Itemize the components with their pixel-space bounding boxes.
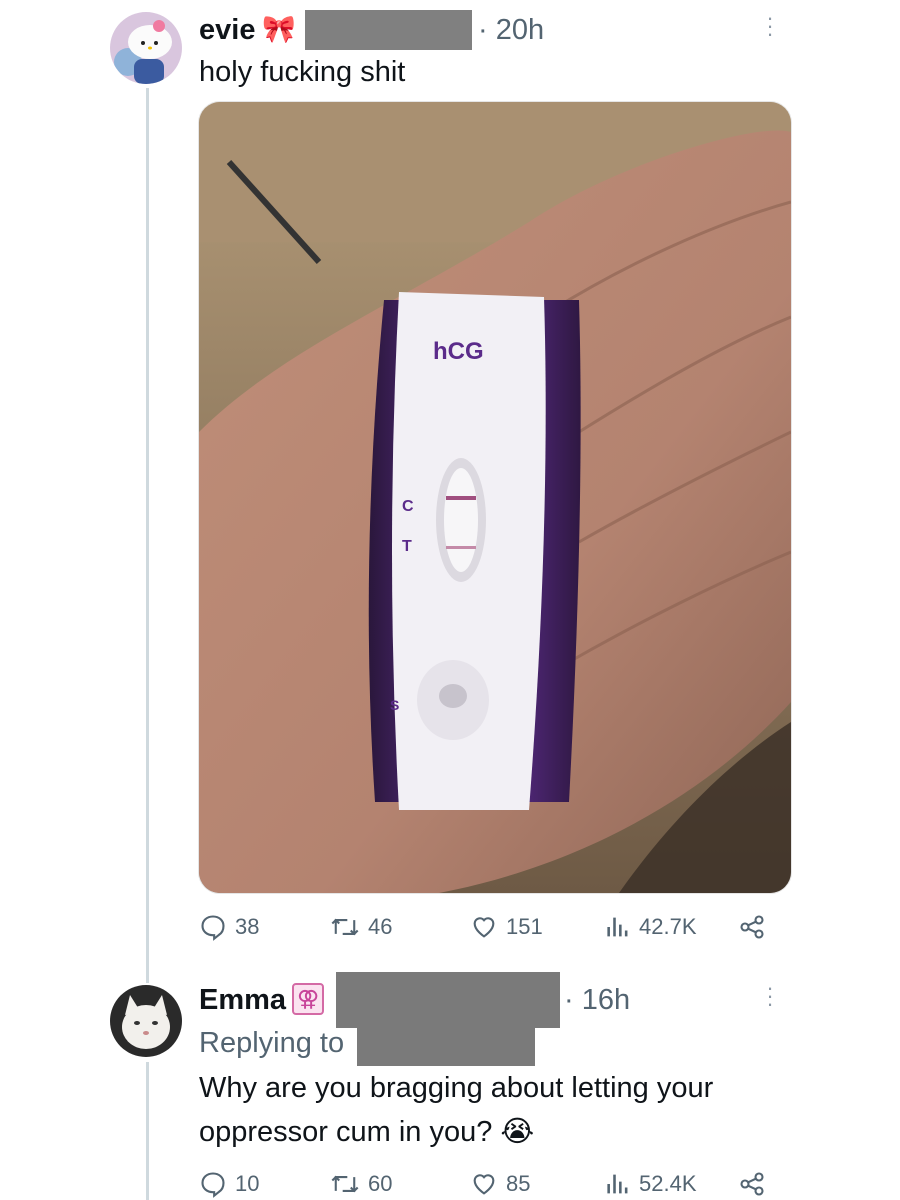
like-button[interactable]: 85 [470, 1170, 530, 1198]
reply-count: 38 [235, 914, 260, 939]
view-count: 52.4K [639, 1171, 697, 1196]
like-count: 85 [506, 1171, 531, 1196]
reply-icon [201, 1172, 225, 1198]
test-t-label: T [402, 538, 412, 555]
retweet-icon [331, 1175, 359, 1193]
thread-line-top [146, 88, 149, 983]
share-button[interactable] [738, 913, 766, 941]
bow-emoji-icon: 🎀 [262, 14, 296, 44]
share-icon [740, 915, 764, 939]
more-options-icon[interactable]: · · · [765, 7, 775, 45]
heart-icon [473, 917, 495, 938]
views-button[interactable]: 42.7K [605, 913, 697, 941]
share-icon [740, 1172, 764, 1196]
reply-text-line-2: oppressor cum in you? 😭 [199, 1116, 535, 1148]
replying-to-handle-redacted[interactable] [357, 1024, 535, 1066]
lesbian-symbol-icon: ⚢ [292, 983, 324, 1015]
more-options-icon[interactable]: · · · [765, 977, 775, 1015]
views-icon [607, 1174, 628, 1194]
views-icon [607, 917, 628, 937]
avatar[interactable] [110, 12, 182, 84]
handle-redacted [336, 972, 560, 1028]
heart-icon [473, 1174, 495, 1195]
like-count: 151 [506, 914, 543, 939]
avatar-cat-icon [110, 985, 182, 1057]
view-count: 42.7K [639, 914, 697, 939]
avatar-hello-kitty-icon [110, 12, 182, 84]
display-name[interactable]: Emma [199, 984, 286, 1017]
reply-text-line-1: Why are you bragging about letting your [199, 1072, 714, 1104]
tweet-text: holy fucking shit [199, 56, 406, 88]
thread-line-bottom [146, 1062, 149, 1200]
share-button[interactable] [738, 1170, 766, 1198]
reply-count: 10 [235, 1171, 260, 1196]
replying-to-label: Replying to [199, 1027, 345, 1059]
like-button[interactable]: 151 [470, 913, 543, 941]
retweet-button[interactable]: 60 [330, 1170, 392, 1198]
retweet-button[interactable]: 46 [330, 913, 392, 941]
reply-button[interactable]: 10 [199, 1170, 259, 1198]
tweet-media-image[interactable]: hCG C T S [198, 101, 792, 894]
avatar[interactable] [110, 985, 182, 1057]
timestamp[interactable]: · 20h [478, 14, 544, 47]
retweet-count: 46 [368, 914, 393, 939]
test-s-label: S [390, 697, 400, 713]
retweet-icon [331, 918, 359, 936]
views-button[interactable]: 52.4K [605, 1170, 697, 1198]
reply-icon [201, 915, 225, 941]
timestamp[interactable]: · 16h [564, 984, 630, 1017]
test-brand-label: hCG [433, 338, 484, 365]
pregnancy-test-photo [199, 102, 791, 893]
handle-redacted [305, 10, 472, 50]
display-name[interactable]: evie [199, 14, 255, 47]
retweet-count: 60 [368, 1171, 393, 1196]
reply-button[interactable]: 38 [199, 913, 259, 941]
test-c-label: C [402, 498, 414, 515]
